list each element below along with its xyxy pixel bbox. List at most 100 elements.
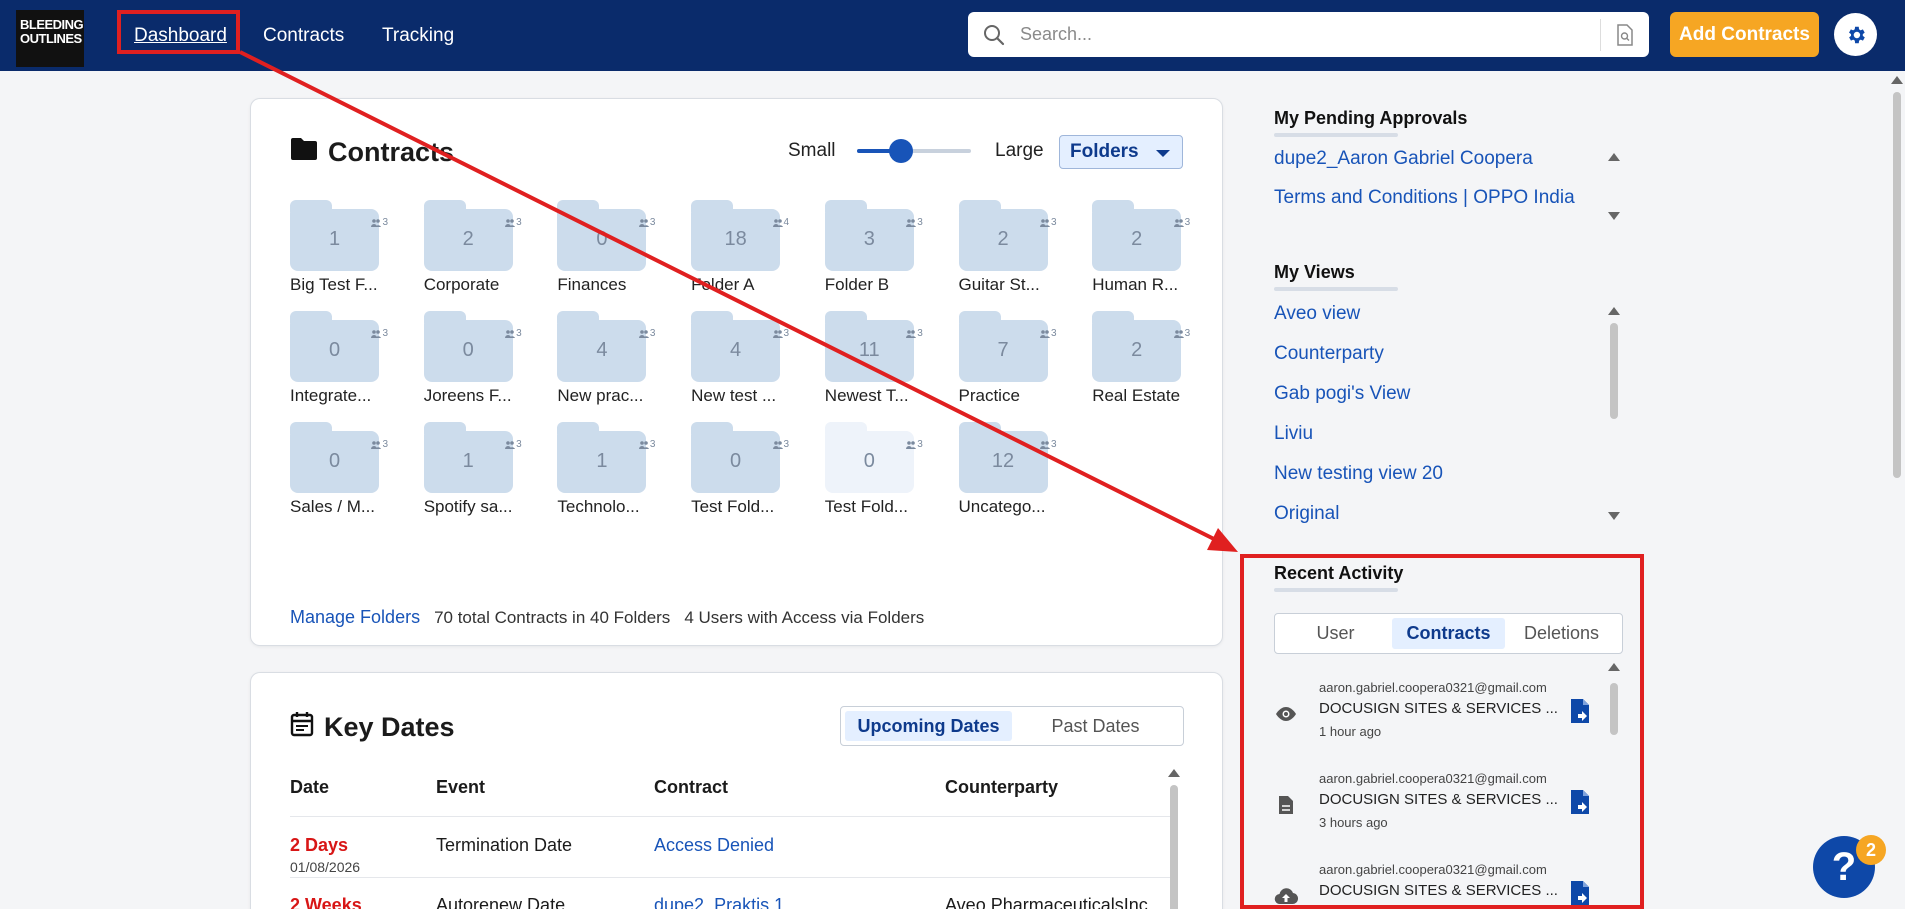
folder-item[interactable]: 0 3 Test Fold... — [824, 422, 935, 522]
folder-item[interactable]: 0 3 Finances — [557, 200, 667, 300]
page-scrollbar[interactable] — [1891, 76, 1903, 909]
folder-item[interactable]: 1 3 Technolo... — [557, 422, 667, 522]
users-icon — [371, 218, 382, 227]
add-contracts-button[interactable]: Add Contracts — [1670, 12, 1819, 57]
folder-users: 3 — [505, 217, 522, 228]
scrollbar-thumb[interactable] — [1170, 785, 1178, 909]
key-dates-title: Key Dates — [290, 711, 455, 744]
tab-past-dates[interactable]: Past Dates — [1012, 711, 1179, 741]
folder-user-count: 3 — [382, 328, 388, 339]
key-dates-scrollbar[interactable] — [1168, 769, 1180, 909]
scroll-down-icon[interactable] — [1608, 512, 1620, 520]
folder-name: Corporate — [423, 275, 500, 294]
folder-name: Practice — [958, 386, 1020, 405]
pending-approval-item[interactable]: Terms and Conditions | OPPO India — [1274, 187, 1575, 209]
calendar-icon — [290, 711, 314, 744]
folder-user-count: 3 — [783, 439, 790, 450]
folder-contract-count: 3 — [863, 228, 875, 250]
folder-item[interactable]: 0 3 Joreens F... — [423, 311, 534, 411]
size-large-label: Large — [995, 140, 1044, 161]
folder-item[interactable]: 1 3 Spotify sa... — [423, 422, 534, 522]
document-search-icon[interactable] — [1601, 12, 1649, 57]
folder-user-count: 3 — [783, 328, 790, 339]
manage-folders-link[interactable]: Manage Folders — [290, 607, 420, 628]
folder-users: 3 — [906, 217, 923, 228]
folder-user-count: 3 — [649, 217, 656, 228]
scroll-down-icon[interactable] — [1608, 212, 1620, 220]
folder-user-count: 3 — [1184, 328, 1191, 339]
folder-user-count: 3 — [917, 439, 923, 450]
nav-contracts[interactable]: Contracts — [263, 0, 344, 71]
scroll-up-icon[interactable] — [1608, 153, 1620, 161]
folder-item[interactable]: 18 4 Folder A — [691, 200, 801, 300]
folder-item[interactable]: 0 3 Integrate... — [290, 311, 400, 411]
users-icon — [1173, 218, 1184, 227]
slider-thumb[interactable] — [889, 139, 913, 163]
chevron-down-icon — [1156, 150, 1170, 157]
folder-item[interactable]: 4 3 New prac... — [557, 311, 667, 411]
folder-name: New prac... — [557, 386, 644, 405]
folder-contract-count: 12 — [991, 450, 1015, 472]
folder-users: 3 — [1039, 217, 1057, 228]
scroll-up-icon[interactable] — [1891, 76, 1903, 84]
folder-name: Test Fold... — [824, 497, 908, 516]
view-item[interactable]: Gab pogi's View — [1274, 383, 1410, 405]
folder-contract-count: 0 — [596, 228, 608, 250]
total-contracts-summary: 70 total Contracts in 40 Folders — [434, 608, 671, 627]
folder-name: Human R... — [1092, 275, 1179, 294]
folder-name: Test Fold... — [691, 497, 775, 516]
views-scrollbar-thumb[interactable] — [1610, 323, 1618, 419]
folder-item[interactable]: 4 3 New test ... — [691, 311, 801, 411]
view-item[interactable]: Counterparty — [1274, 343, 1384, 365]
folder-users: 3 — [371, 217, 388, 228]
folder-item[interactable]: 2 3 Real Estate — [1092, 311, 1202, 411]
gear-icon[interactable] — [1834, 13, 1877, 56]
tab-upcoming-dates[interactable]: Upcoming Dates — [845, 711, 1012, 741]
users-icon — [505, 329, 516, 338]
folder-contract-count: 2 — [1131, 339, 1143, 361]
folder-item[interactable]: 0 3 Test Fold... — [691, 422, 801, 522]
folder-name: Integrate... — [290, 386, 372, 405]
view-item[interactable]: Liviu — [1274, 423, 1313, 445]
folder-item[interactable]: 12 3 Uncatego... — [958, 422, 1069, 522]
users-icon — [638, 440, 649, 449]
folder-contract-count: 4 — [730, 339, 742, 361]
annotation-highlight-dashboard — [117, 10, 240, 54]
scrollbar-thumb[interactable] — [1893, 92, 1901, 478]
view-mode-select[interactable]: Folders — [1059, 135, 1183, 169]
folder-name: Folder B — [824, 275, 890, 294]
folder-users: 3 — [1039, 439, 1057, 450]
pending-approval-item[interactable]: dupe2_Aaron Gabriel Coopera — [1274, 148, 1533, 170]
folder-name: Guitar St... — [958, 275, 1040, 294]
view-item[interactable]: Original — [1274, 503, 1339, 525]
users-icon — [638, 329, 649, 338]
app-logo[interactable]: BLEEDING OUTLINES — [16, 10, 84, 67]
scroll-up-icon[interactable] — [1168, 769, 1180, 777]
folder-size-slider[interactable] — [857, 139, 971, 163]
help-notification-badge: 2 — [1856, 835, 1886, 865]
scroll-up-icon[interactable] — [1608, 307, 1620, 315]
row-contract-link[interactable]: Access Denied — [654, 835, 774, 856]
nav-tracking[interactable]: Tracking — [382, 0, 454, 71]
folder-contract-count: 7 — [997, 339, 1009, 361]
folder-item[interactable]: 2 3 Human R... — [1092, 200, 1202, 300]
view-item[interactable]: Aveo view — [1274, 303, 1360, 325]
folder-user-count: 3 — [1050, 328, 1057, 339]
row-contract-link[interactable]: dupe2_Praktis 1 — [654, 895, 784, 909]
folder-contract-count: 1 — [462, 450, 474, 472]
folder-item[interactable]: 3 3 Folder B — [824, 200, 935, 300]
column-header-event: Event — [436, 777, 486, 797]
folder-item[interactable]: 1 3 Big Test F... — [290, 200, 400, 300]
folder-user-count: 3 — [649, 328, 656, 339]
search-input[interactable] — [1020, 24, 1600, 45]
folder-item[interactable]: 2 3 Corporate — [423, 200, 534, 300]
folder-user-count: 3 — [649, 439, 656, 450]
folder-name: Folder A — [691, 275, 755, 294]
folder-item[interactable]: 7 3 Practice — [958, 311, 1069, 411]
key-dates-card: Key Dates Upcoming Dates Past Dates Date… — [250, 672, 1223, 909]
view-item[interactable]: New testing view 20 — [1274, 463, 1443, 485]
folder-item[interactable]: 11 3 Newest T... — [824, 311, 935, 411]
folder-item[interactable]: 0 3 Sales / M... — [290, 422, 400, 522]
folder-contract-count: 0 — [462, 339, 474, 361]
folder-item[interactable]: 2 3 Guitar St... — [958, 200, 1069, 300]
